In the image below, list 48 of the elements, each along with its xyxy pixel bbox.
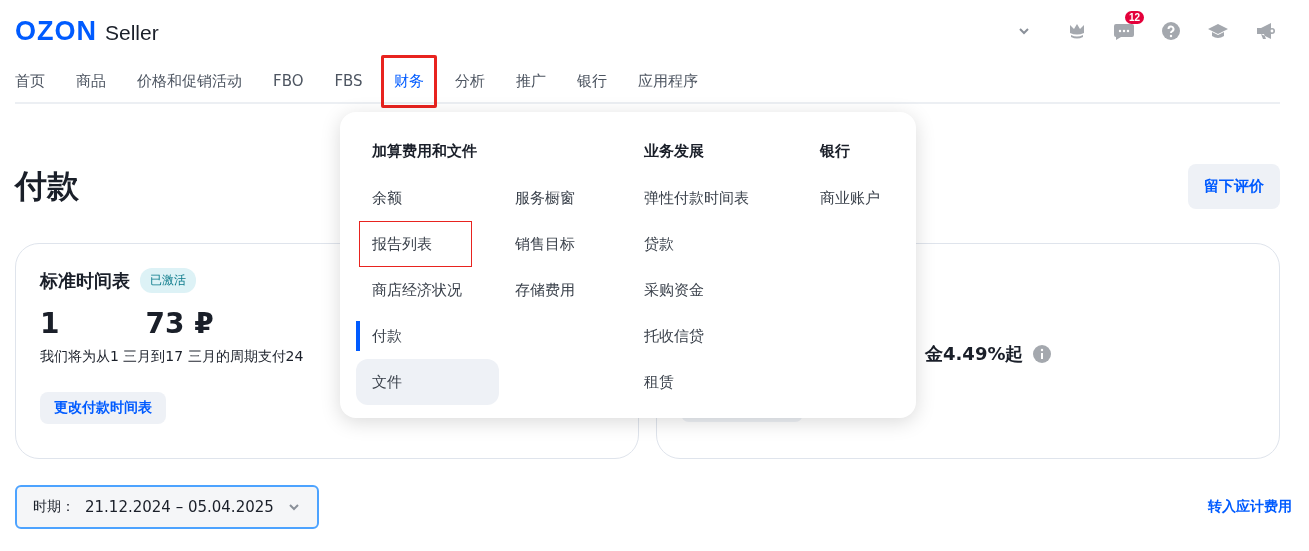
menu-item[interactable]: 销售目标 (499, 221, 628, 267)
status-badge: 已激活 (140, 268, 196, 293)
megaphone-icon[interactable] (1255, 21, 1277, 41)
amount: 73 ₽ (145, 307, 214, 340)
change-schedule-button[interactable]: 更改付款时间表 (40, 392, 166, 424)
nav-tab[interactable]: 价格和促销活动 (124, 64, 255, 98)
menu-heading: 加算费用和文件 (371, 141, 478, 162)
nav-tab[interactable]: 财务 (380, 54, 437, 108)
payment-note: 我们将为从1 三月到17 三月的周期支付24 (40, 348, 305, 366)
nav-tab[interactable]: 分析 (441, 64, 498, 98)
nav-tab[interactable]: 银行 (563, 64, 620, 98)
info-icon[interactable] (1033, 345, 1052, 363)
menu-item[interactable]: 商业账户 (804, 175, 896, 221)
menu-heading: 银行 (818, 141, 851, 162)
product-name: Seller (105, 20, 159, 45)
period-select[interactable]: 时期： 21.12.2024 – 05.04.2025 (15, 485, 319, 529)
menu-item[interactable]: 存储费用 (499, 267, 628, 313)
feedback-button[interactable]: 留下评价 (1188, 164, 1280, 209)
page-title: 付款 (15, 165, 79, 207)
help-icon[interactable] (1161, 21, 1181, 41)
chat-icon[interactable] (1113, 21, 1135, 41)
menu-item[interactable]: 报告列表 (359, 221, 472, 267)
nav-tab[interactable]: FBS (321, 65, 376, 97)
amount: 1 (40, 307, 60, 340)
nav-tab[interactable]: 应用程序 (624, 64, 711, 98)
nav-tab[interactable]: FBO (260, 65, 317, 97)
menu-item[interactable]: 服务橱窗 (499, 175, 628, 221)
nav-tab[interactable]: 推广 (502, 64, 559, 98)
menu-item[interactable]: 采购资金 (628, 267, 804, 313)
menu-item[interactable]: 弹性付款时间表 (628, 175, 804, 221)
menu-item[interactable]: 托收信贷 (628, 313, 804, 359)
accruals-link[interactable]: 转入应计费用 (1208, 498, 1292, 516)
nav-tab[interactable]: 首页 (15, 64, 58, 98)
menu-item[interactable]: 商店经济状况 (356, 267, 499, 313)
menu-heading: 业务发展 (643, 141, 705, 162)
menu-item[interactable]: 付款 (356, 321, 499, 351)
menu-item[interactable]: 租赁 (628, 359, 804, 405)
chevron-down-icon[interactable] (1017, 26, 1031, 36)
nav-tab[interactable]: 商品 (63, 64, 119, 98)
card-title: 标准时间表 (40, 268, 130, 293)
graduation-cap-icon[interactable] (1207, 22, 1229, 40)
menu-item[interactable]: 贷款 (628, 221, 804, 267)
menu-item[interactable]: 余额 (356, 175, 499, 221)
logo[interactable]: OZON (15, 15, 97, 47)
loan-rate: 金4.49%起 (925, 342, 1024, 366)
menu-item[interactable]: 文件 (356, 359, 499, 405)
notification-badge: 12 (1125, 11, 1145, 24)
chevron-down-icon (287, 502, 301, 512)
